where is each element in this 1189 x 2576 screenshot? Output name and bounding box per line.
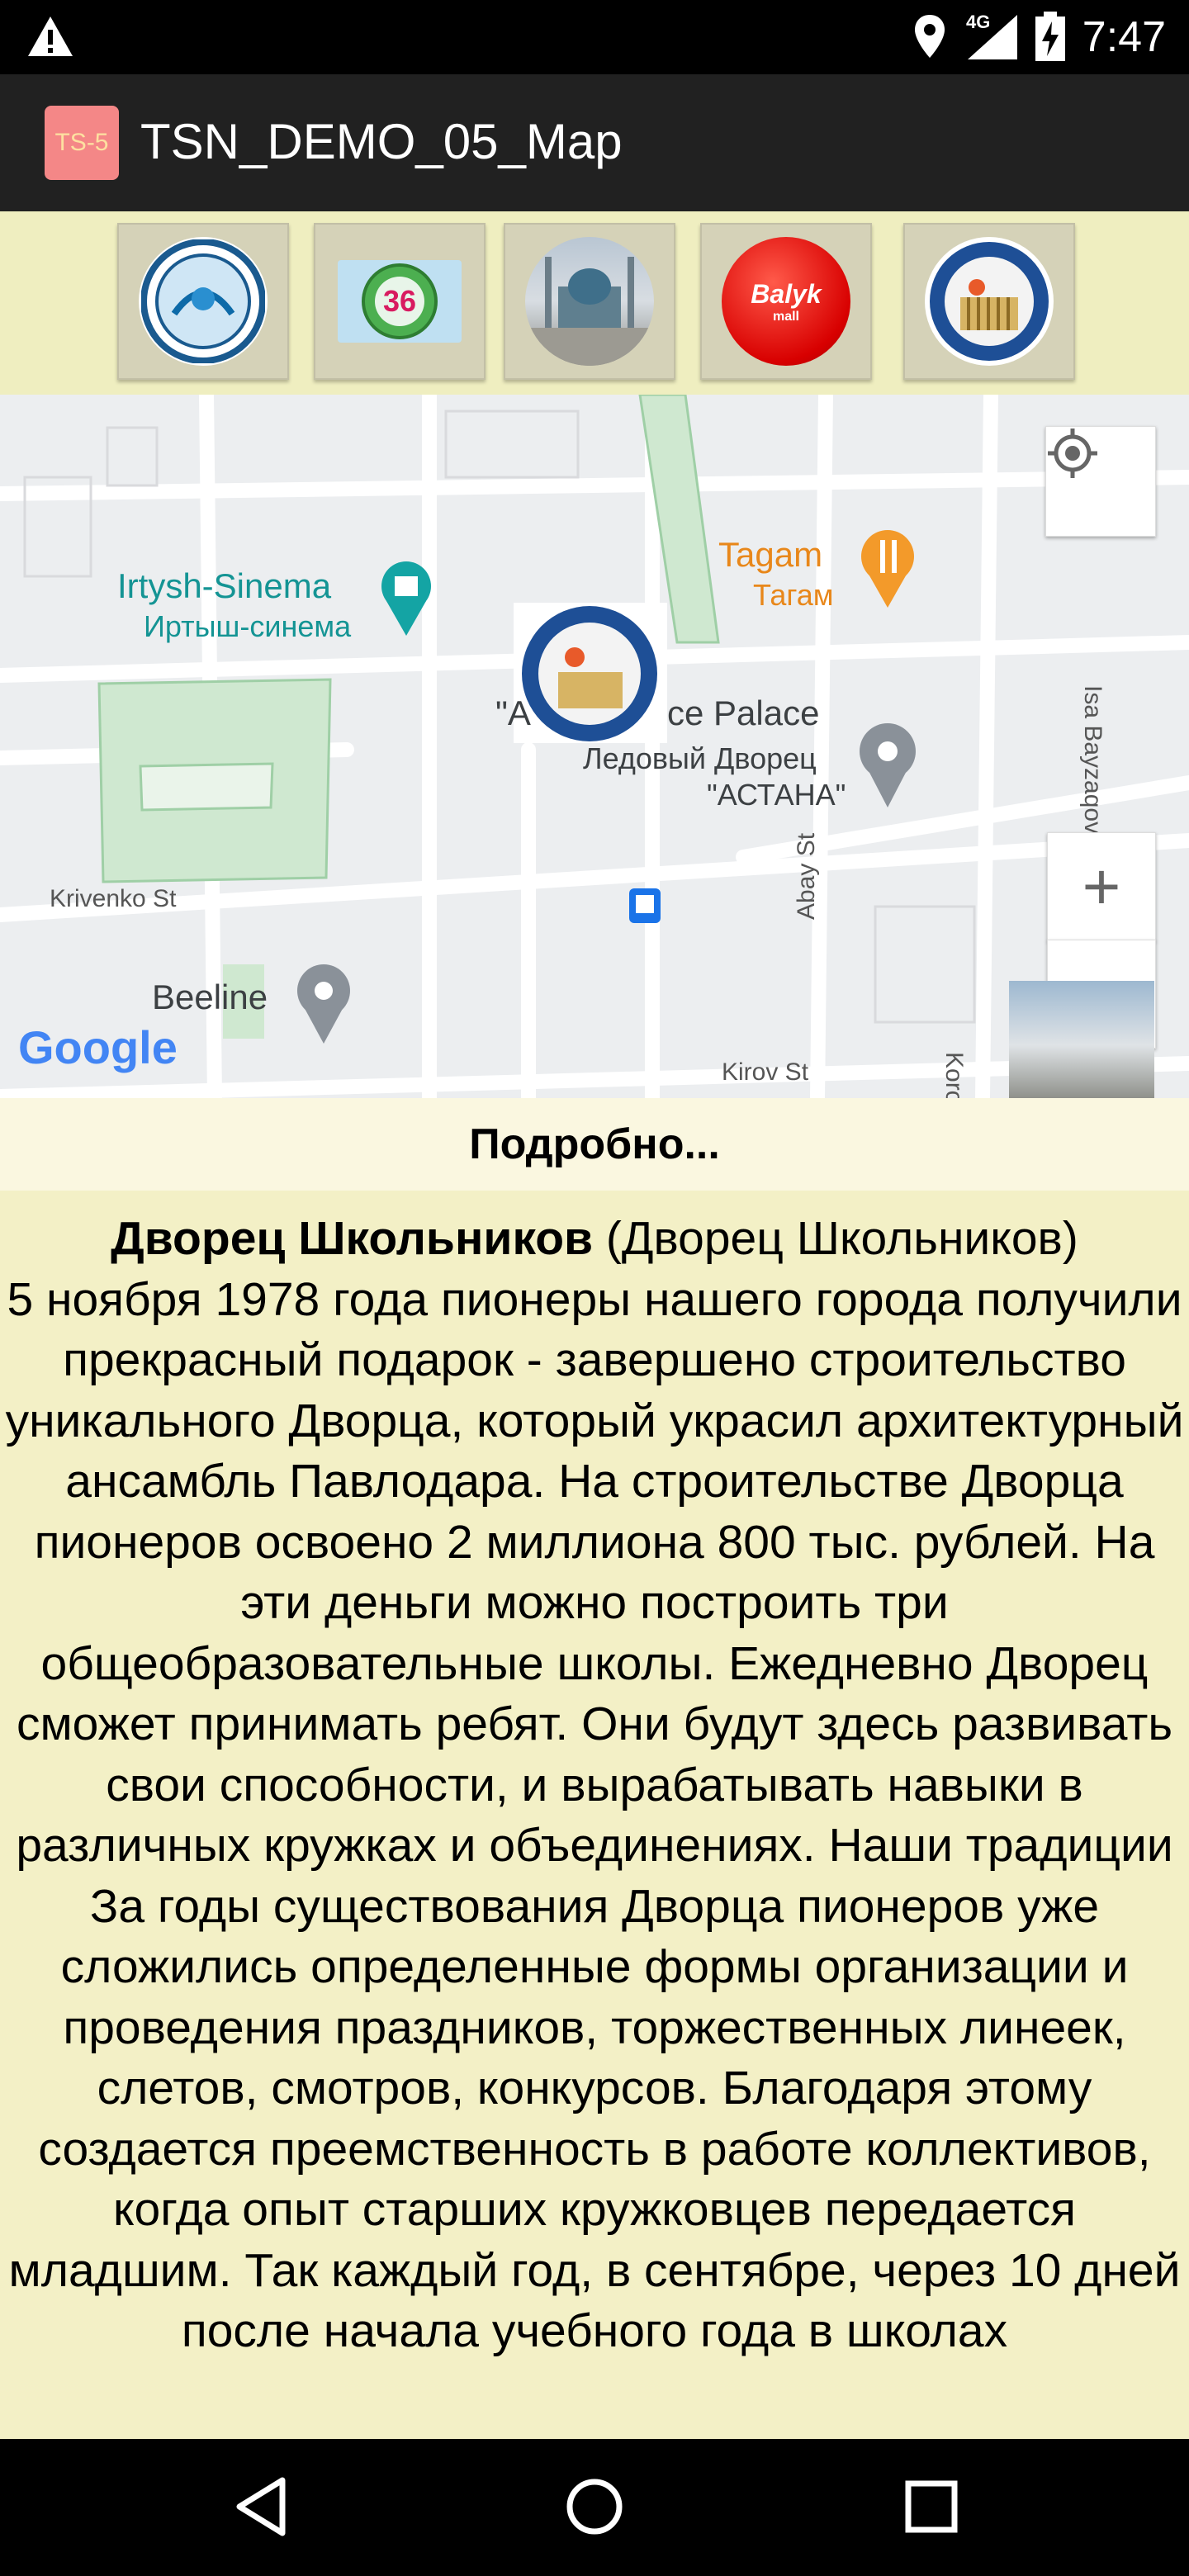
- street-krivenko: Krivenko St: [50, 885, 177, 912]
- app-logo-text: TS-5: [54, 129, 109, 156]
- network-type: 4G: [966, 12, 991, 32]
- mosque-photo-button[interactable]: [504, 223, 675, 380]
- palace-emblem-button[interactable]: [903, 223, 1075, 380]
- map-place-tagam-ru[interactable]: Тагам: [753, 578, 834, 613]
- map-place-tagam[interactable]: Tagam: [718, 535, 822, 575]
- map-place-palace-ru-2[interactable]: "АСТАНА": [707, 778, 846, 812]
- my-location-button[interactable]: [1045, 426, 1156, 537]
- street-kirov: Kirov St: [722, 1058, 809, 1086]
- back-icon[interactable]: [234, 2477, 287, 2540]
- balyk-logo-subtext: mall: [772, 309, 799, 324]
- map-place-beeline[interactable]: Beeline: [152, 978, 268, 1017]
- map-place-irtysh-ru[interactable]: Иртыш-синема: [144, 609, 351, 644]
- balyk-logo-image: Balyk mall: [722, 237, 850, 366]
- description-panel: Дворец Школьников (Дворец Школьников) 5 …: [0, 1191, 1189, 2439]
- description-title: Дворец Школьников: [111, 1212, 594, 1265]
- app-bar: TS-5 TSN_DEMO_05_Map: [0, 74, 1189, 211]
- navigation-bar: [0, 2439, 1189, 2576]
- description-subtitle: (Дворец Школьников): [605, 1212, 1078, 1265]
- map-place-palace[interactable]: ce Palace: [667, 694, 819, 733]
- app-title: TSN_DEMO_05_Map: [140, 114, 623, 169]
- emblem-round-image: [139, 237, 268, 366]
- mosque-photo-image: [525, 237, 654, 366]
- app-logo: TS-5: [45, 106, 119, 180]
- emblem-round-button[interactable]: [117, 223, 289, 380]
- my-location-icon: [1048, 429, 1097, 478]
- google-logo: Google: [18, 1021, 178, 1073]
- palace-emblem-image: [925, 237, 1054, 366]
- emblem-36-button[interactable]: 36: [314, 223, 486, 380]
- street-abay: Abay St: [793, 832, 820, 920]
- emblem-36-image: 36: [338, 260, 462, 343]
- status-bar: 4G 7:47: [0, 0, 1189, 74]
- home-icon[interactable]: [565, 2477, 624, 2540]
- map-view[interactable]: Irtysh-Sinema Иртыш-синема Tagam Тагам "…: [0, 395, 1189, 1098]
- balyk-logo-button[interactable]: Balyk mall: [700, 223, 872, 380]
- map-place-irtysh[interactable]: Irtysh-Sinema: [117, 566, 331, 606]
- zoom-in-button[interactable]: +: [1047, 832, 1156, 941]
- warning-icon: [26, 15, 74, 62]
- details-header[interactable]: Подробно...: [0, 1098, 1189, 1191]
- map-place-palace-prefix[interactable]: "A: [495, 694, 531, 733]
- description-body: 5 ноября 1978 года пионеры нашего города…: [5, 1272, 1184, 2358]
- description-text: Дворец Школьников (Дворец Школьников) 5 …: [0, 1191, 1189, 2362]
- battery-icon: [1035, 12, 1065, 65]
- clock: 7:47: [1082, 13, 1166, 61]
- balyk-logo-text: Balyk: [751, 278, 822, 309]
- street-view-thumbnail[interactable]: [1009, 981, 1154, 1098]
- street-korolenko: Korolenko Street: [940, 1052, 968, 1098]
- location-icon: [913, 13, 946, 64]
- recents-icon[interactable]: [905, 2480, 958, 2537]
- map-place-palace-ru-1[interactable]: Ледовый Дворец: [583, 741, 817, 776]
- emblem-36-text: 36: [382, 284, 417, 318]
- street-isa: Isa Bayzaqov: [1079, 685, 1106, 835]
- icon-strip: 36 Balyk mall: [0, 211, 1189, 395]
